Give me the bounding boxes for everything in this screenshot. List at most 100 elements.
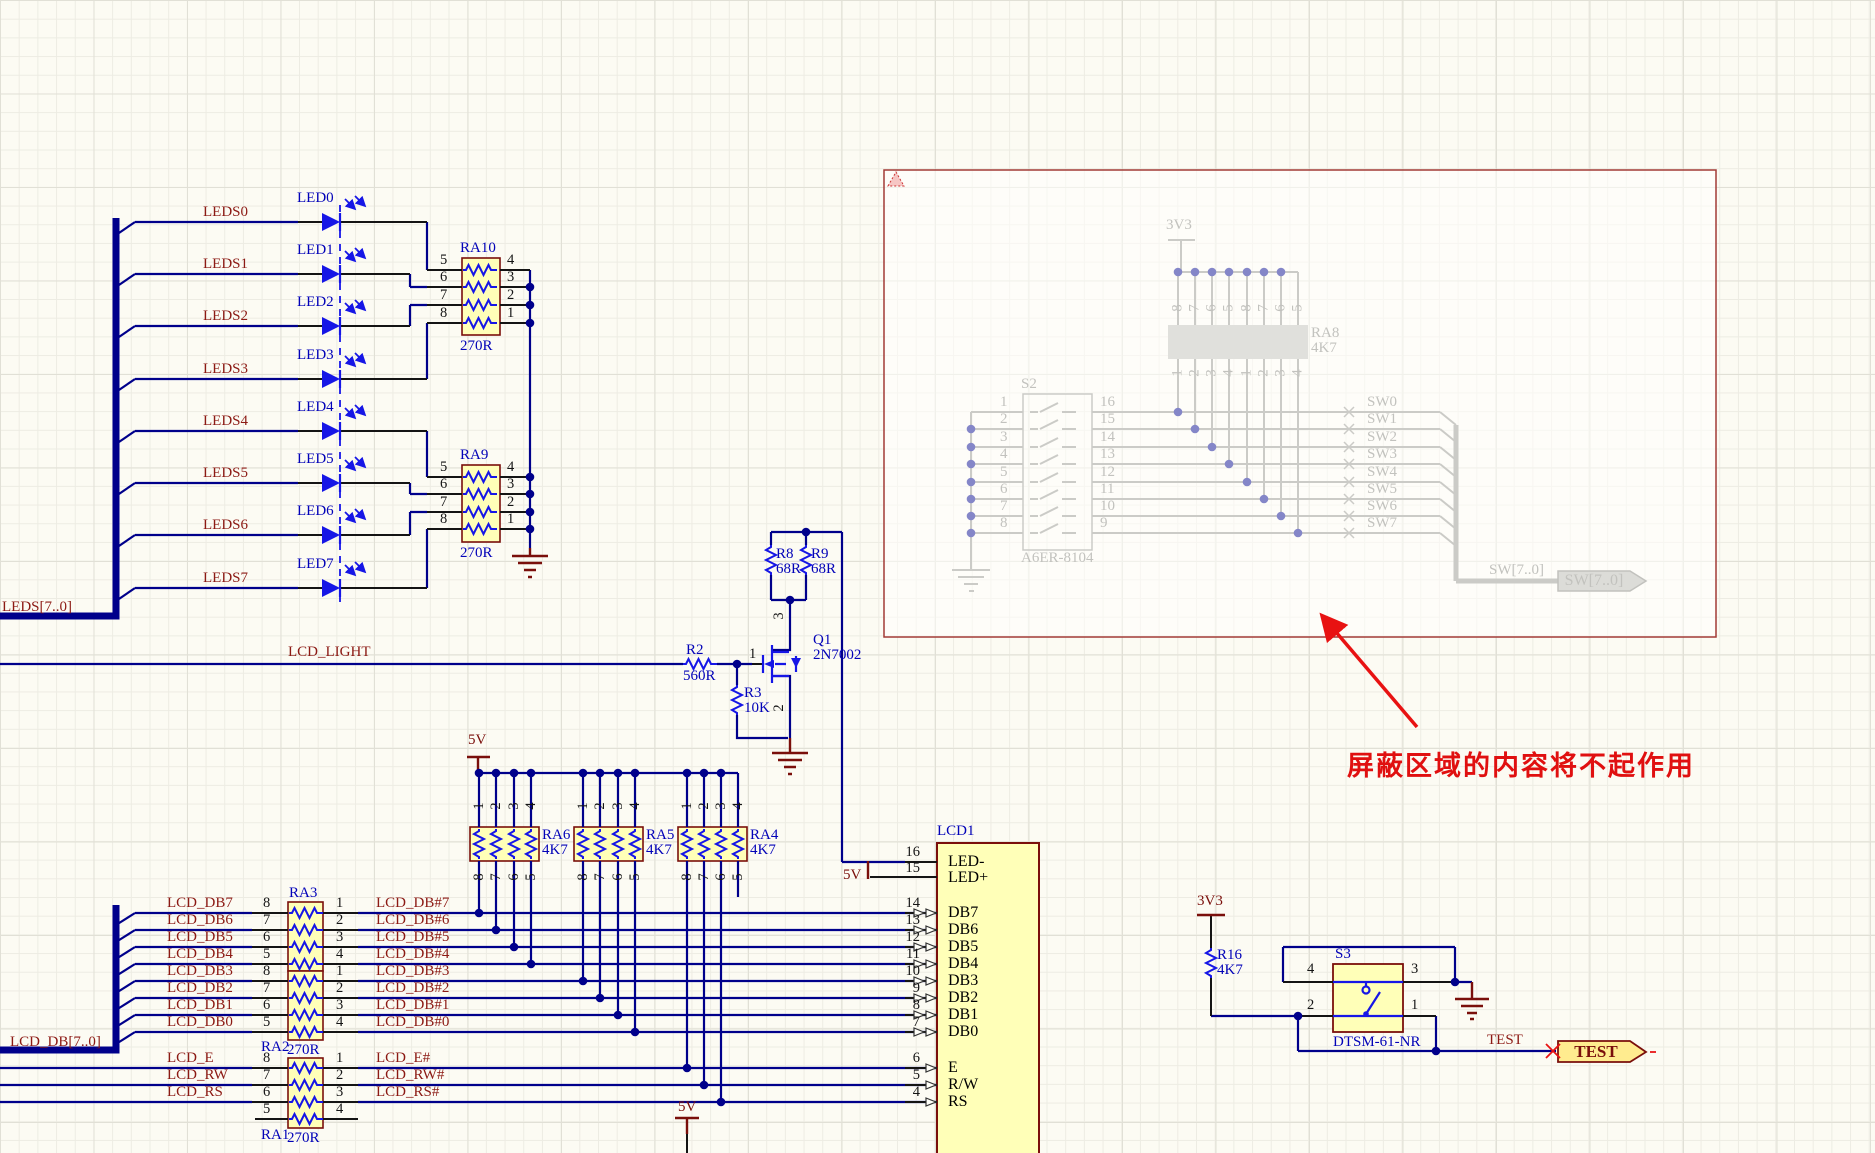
designator[interactable]: RA6 [542,828,570,843]
designator[interactable]: S2 [1021,377,1037,392]
net-label[interactable]: LEDS4 [203,414,248,429]
power-port-label[interactable]: 3V3 [1197,894,1223,909]
designator[interactable]: LED0 [297,191,334,206]
designator[interactable]: R9 [811,547,829,562]
designator[interactable]: LED5 [297,452,334,467]
net-label[interactable]: LEDS2 [203,309,248,324]
value[interactable]: 270R [287,1131,320,1146]
value[interactable]: 4K7 [750,843,776,858]
net-label[interactable]: LCD_DB1 [167,998,233,1013]
net-label[interactable]: SW7 [1367,516,1397,531]
value[interactable]: 270R [460,339,493,354]
designator[interactable]: RA8 [1311,326,1339,341]
net-label[interactable]: SW3 [1367,447,1397,462]
net-label[interactable]: LCD_DB#6 [376,913,449,928]
port-label[interactable]: SW[7..0] [1556,573,1632,589]
designator[interactable]: LED6 [297,504,334,519]
bus-net-label[interactable]: LCD_DB[7..0] [10,1035,101,1050]
net-label[interactable]: LCD_DB2 [167,981,233,996]
bus-lines[interactable] [0,218,116,1050]
net-label[interactable]: SW4 [1367,465,1397,480]
value[interactable]: 270R [287,1043,320,1058]
compile-mask-region[interactable] [884,170,1716,637]
port-label[interactable]: TEST [1560,1043,1632,1060]
value[interactable]: 270R [460,546,493,561]
designator[interactable]: LED3 [297,348,334,363]
part-number[interactable]: A6ER-8104 [1021,551,1094,566]
net-label[interactable]: LCD_DB#1 [376,998,449,1013]
designator[interactable]: RA10 [460,241,496,256]
net-label[interactable]: LEDS6 [203,518,248,533]
power-port-label[interactable]: 3V3 [1166,218,1192,233]
annotation-text[interactable]: 屏蔽区域的内容将不起作用 [1347,744,1695,783]
net-label[interactable]: LCD_DB#4 [376,947,449,962]
value[interactable]: 68R [776,562,801,577]
net-label[interactable]: LEDS3 [203,362,248,377]
designator[interactable]: LED1 [297,243,334,258]
net-label[interactable]: LCD_RS [167,1085,223,1100]
designator[interactable]: RA4 [750,828,778,843]
designator[interactable]: R3 [744,686,762,701]
net-label[interactable]: LCD_DB3 [167,964,233,979]
power-port-label[interactable]: 5V [843,868,861,883]
net-label[interactable]: LCD_DB6 [167,913,233,928]
net-label[interactable]: LCD_LIGHT [288,645,371,660]
net-label[interactable]: LCD_DB4 [167,947,233,962]
designator[interactable]: LED7 [297,557,334,572]
bus-net-label[interactable]: SW[7..0] [1489,563,1544,578]
designator[interactable]: Q1 [813,633,831,648]
net-label[interactable]: LCD_RW [167,1068,228,1083]
net-label[interactable]: SW2 [1367,430,1397,445]
resistor-array-ra8-body[interactable] [1168,325,1308,359]
net-label[interactable]: LEDS7 [203,571,248,586]
designator[interactable]: R8 [776,547,794,562]
designator[interactable]: R16 [1217,948,1242,963]
net-label[interactable]: LEDS1 [203,257,248,272]
net-label[interactable]: LCD_DB#2 [376,981,449,996]
net-label[interactable]: SW0 [1367,395,1397,410]
value[interactable]: 4K7 [542,843,568,858]
designator[interactable]: RA9 [460,448,488,463]
net-label[interactable]: LCD_E# [376,1051,430,1066]
designator[interactable]: R2 [686,643,704,658]
designator[interactable]: RA5 [646,828,674,843]
pin-number: 5 [628,873,643,880]
net-label[interactable]: SW1 [1367,412,1397,427]
value[interactable]: 4K7 [646,843,672,858]
designator[interactable]: RA2 [261,1040,289,1055]
designator[interactable]: RA3 [289,886,317,901]
net-label[interactable]: LCD_DB#7 [376,896,449,911]
net-label[interactable]: LCD_RW# [376,1068,444,1083]
net-label[interactable]: LCD_E [167,1051,214,1066]
net-label[interactable]: LCD_DB0 [167,1015,233,1030]
value[interactable]: 10K [744,701,770,716]
designator[interactable]: LED4 [297,400,334,415]
net-label[interactable]: LCD_DB7 [167,896,233,911]
net-label[interactable]: LEDS0 [203,205,248,220]
net-label[interactable]: LCD_DB#5 [376,930,449,945]
net-label[interactable]: LCD_DB#0 [376,1015,449,1030]
net-label[interactable]: LCD_DB#3 [376,964,449,979]
bus-net-label[interactable]: LEDS[7..0] [2,600,72,615]
pin-number: 3 [507,802,522,809]
power-port-label[interactable]: 5V [468,733,486,748]
value[interactable]: 4K7 [1217,963,1243,978]
value[interactable]: 4K7 [1311,341,1337,356]
net-label[interactable]: SW5 [1367,482,1397,497]
net-label[interactable]: LCD_RS# [376,1085,439,1100]
value[interactable]: 68R [811,562,836,577]
ground-icon [772,738,808,774]
power-port-label[interactable]: 5V [678,1100,696,1115]
value[interactable]: 560R [683,669,716,684]
net-label[interactable]: SW6 [1367,499,1397,514]
designator[interactable]: LED2 [297,295,334,310]
net-label[interactable]: LCD_DB5 [167,930,233,945]
designator[interactable]: RA1 [261,1128,289,1143]
schematic-canvas[interactable]: LEDS0 LEDS1 LEDS2 LEDS3 LEDS4 LEDS5 LEDS… [0,0,1875,1153]
net-label[interactable]: TEST [1487,1033,1523,1048]
part-number[interactable]: DTSM-61-NR [1333,1035,1421,1050]
designator[interactable]: LCD1 [937,824,975,839]
net-label[interactable]: LEDS5 [203,466,248,481]
value[interactable]: 2N7002 [813,648,861,663]
designator[interactable]: S3 [1335,947,1351,962]
